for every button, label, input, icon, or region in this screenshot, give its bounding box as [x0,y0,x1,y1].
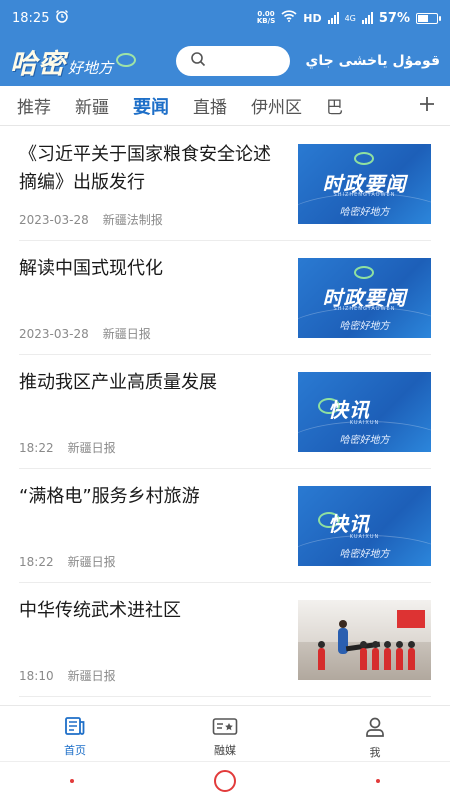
news-source: 新疆日报 [102,327,151,341]
plus-icon [418,95,436,117]
search-box[interactable] [176,46,290,76]
news-item[interactable]: 中华传统武术进社区 18:10 新疆日报 [19,583,431,697]
news-title[interactable]: 《习近平关于国家粮食安全论述摘编》出版发行 [19,141,281,197]
news-thumbnail: 时政要闻 SHIZHENGYAOWEN 哈密好地方 [298,258,431,338]
app-logo[interactable]: 哈密 好地方 [10,42,170,81]
logo-sub-text: 好地方 [68,58,114,77]
battery-icon [416,12,441,24]
news-date: 2023-03-28 [19,213,89,227]
status-bar: 18:25 0.00 KB/S HD 4G 57% [0,0,450,36]
thumbnail-brand: 哈密好地方 [339,207,390,218]
tab-5[interactable]: 巴 [314,93,355,118]
system-nav [0,761,450,800]
news-meta: 2023-03-28 新疆法制报 [19,211,177,228]
nav-label: 首页 [64,744,86,757]
news-title[interactable]: “满格电”服务乡村旅游 [19,483,281,511]
home-key-icon[interactable] [214,770,236,792]
tab-0[interactable]: 推荐 [5,93,63,118]
nav-item-2[interactable]: 我 [300,706,450,761]
news-thumbnail: 时政要闻 SHIZHENGYAOWEN 哈密好地方 [298,144,431,224]
news-item[interactable]: “满格电”服务乡村旅游 18:22 新疆日报 快讯 KUAIXUN 哈密好地方 [19,469,431,583]
hd-label: HD [303,11,322,25]
alarm-icon [55,9,69,27]
thumbnail-text: 快讯 [328,512,370,536]
battery-percent: 57% [378,10,410,26]
news-item[interactable]: 推动我区产业高质量发展 18:22 新疆日报 快讯 KUAIXUN 哈密好地方 [19,355,431,469]
news-meta: 2023-03-28 新疆日报 [19,325,165,342]
globe-icon [354,152,374,165]
net-speed: 0.00 KB/S [256,10,276,25]
tab-2[interactable]: 要闻 [121,93,181,119]
thumbnail-pinyin: KUAIXUN [349,420,380,426]
thumbnail-pinyin: SHIZHENGYAOWEN [333,192,396,198]
news-date: 18:10 [19,669,54,683]
news-source: 新疆日报 [67,555,116,569]
nav-item-1[interactable]: 融媒 [150,706,300,761]
menu-key-icon[interactable] [70,779,74,783]
news-date: 18:22 [19,441,54,455]
thumbnail-text: 快讯 [328,398,370,422]
globe-icon [354,266,374,279]
uyghur-title: قومۇل ياخشى جاي [305,53,440,69]
lte-label: 4G [344,13,356,23]
news-item[interactable]: 《习近平关于国家粮食安全论述摘编》出版发行 2023-03-28 新疆法制报 时政要闻… [19,127,431,241]
thumbnail-brand: 哈密好地方 [339,435,390,446]
logo-main-text: 哈密 [10,48,66,80]
news-date: 18:22 [19,555,54,569]
search-icon [190,51,206,71]
newspaper-icon [64,716,86,742]
news-title[interactable]: 中华传统武术进社区 [19,597,281,625]
app-header: 哈密 好地方 قومۇل ياخشى جاي [0,36,450,86]
news-list: 《习近平关于国家粮食安全论述摘编》出版发行 2023-03-28 新疆法制报 时政要闻… [0,127,450,697]
tab-1[interactable]: 新疆 [63,93,121,118]
category-tabs: 推荐 新疆 要闻 直播 伊州区巴 [0,86,450,126]
bottom-nav: 首页 融媒 我 [0,705,450,761]
news-title[interactable]: 解读中国式现代化 [19,255,281,283]
add-channel-button[interactable] [404,86,450,125]
nav-label: 我 [369,746,381,759]
media-card-icon [212,716,238,742]
person-icon [364,716,386,744]
news-meta: 18:10 新疆日报 [19,667,130,684]
signal-icon-2 [361,12,373,24]
logo-ring-icon [116,52,137,67]
news-source: 新疆日报 [67,441,116,455]
news-item[interactable]: 解读中国式现代化 2023-03-28 新疆日报 时政要闻 SHIZHENGYAOWEN… [19,241,431,355]
signal-icon [327,12,339,24]
news-meta: 18:22 新疆日报 [19,553,130,570]
news-source: 新疆日报 [67,669,116,683]
news-thumbnail: 快讯 KUAIXUN 哈密好地方 [298,372,431,452]
tab-4[interactable]: 伊州区 [239,93,314,118]
thumbnail-pinyin: SHIZHENGYAOWEN [333,306,396,312]
news-source: 新疆法制报 [102,213,163,227]
news-title[interactable]: 推动我区产业高质量发展 [19,369,281,397]
tab-3[interactable]: 直播 [181,93,239,118]
back-key-icon[interactable] [376,779,380,783]
thumbnail-brand: 哈密好地方 [339,549,390,560]
status-time: 18:25 [12,10,50,26]
nav-item-0[interactable]: 首页 [0,706,150,761]
thumbnail-pinyin: KUAIXUN [349,534,380,540]
news-thumbnail [298,600,431,680]
thumbnail-brand: 哈密好地方 [339,321,390,332]
nav-label: 融媒 [214,744,236,757]
wifi-icon [281,10,297,26]
news-meta: 18:22 新疆日报 [19,439,130,456]
news-thumbnail: 快讯 KUAIXUN 哈密好地方 [298,486,431,566]
news-date: 2023-03-28 [19,327,89,341]
